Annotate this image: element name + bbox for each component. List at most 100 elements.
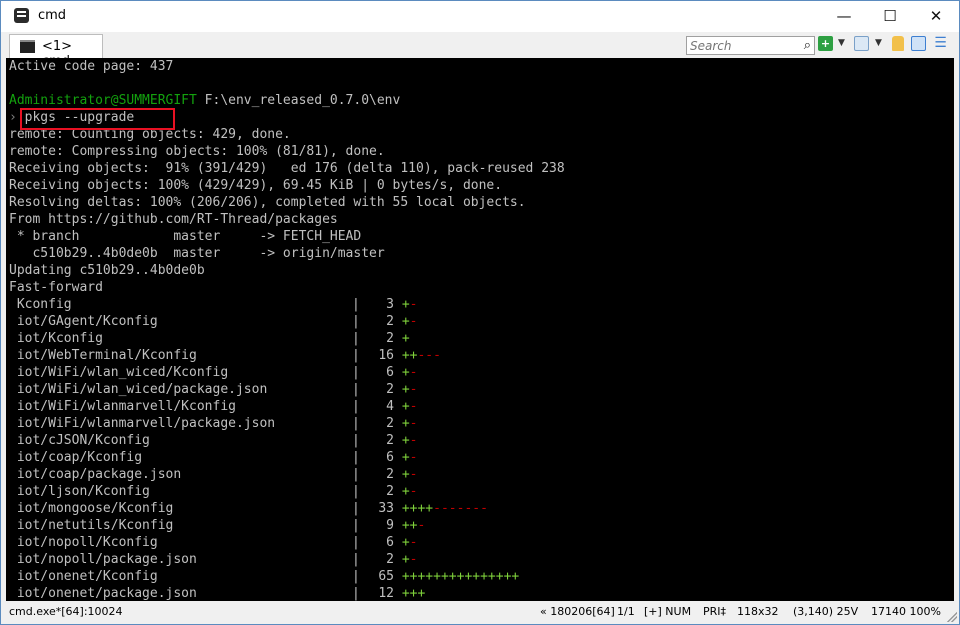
diffstat-file: iot/onenet/Kconfig [9, 569, 158, 584]
console-line: Receiving objects: 91% (391/429) ed 176 … [9, 161, 565, 176]
diffstat-count: 6 [386, 365, 394, 380]
diffstat-plus: + [401, 535, 410, 550]
diffstat-plus: + [401, 484, 410, 499]
diffstat-minus: - [409, 484, 418, 499]
diffstat-plus: + [401, 433, 410, 448]
diffstat-count: 16 [378, 348, 394, 363]
console-line: From https://github.com/RT-Thread/packag… [9, 212, 338, 227]
diffstat-count: 2 [386, 314, 394, 329]
diffstat-row: iot/mongoose/Kconfig | 33 ++++------- [6, 500, 954, 517]
diffstat-row: iot/WiFi/wlan_wiced/Kconfig | 6 +- [6, 364, 954, 381]
status-process[interactable]: cmd.exe*[64]:10024 [9, 605, 123, 618]
diffstat-row: Kconfig | 3 +- [6, 296, 954, 313]
new-console-icon[interactable]: + [818, 36, 833, 51]
diffstat-minus: - [409, 416, 418, 431]
resize-grip[interactable] [947, 612, 957, 622]
console-line: Active code page: 437 [9, 59, 174, 74]
diffstat-count: 2 [386, 552, 394, 567]
diffstat-file: iot/WiFi/wlan_wiced/Kconfig [9, 365, 229, 380]
diffstat-separator: | [352, 586, 360, 601]
diffstat-file: iot/Kconfig [9, 331, 103, 346]
diffstat-count: 2 [386, 416, 394, 431]
diffstat-minus: - [409, 433, 418, 448]
status-pid-zoom: 17140 100% [871, 605, 941, 618]
status-priority[interactable]: PRI‡ [703, 605, 726, 618]
diffstat-separator: | [352, 331, 360, 346]
tab-cmd[interactable]: <1> cmd [9, 34, 103, 69]
search-box[interactable]: ⌕ [686, 36, 815, 55]
cmd-app-icon[interactable] [14, 8, 29, 23]
console-line: Receiving objects: 100% (429/429), 69.45… [9, 178, 503, 193]
diffstat-row: iot/nopoll/package.json | 2 +- [6, 551, 954, 568]
panel-toggle-icon[interactable] [911, 36, 926, 51]
diffstat-plus: + [401, 399, 410, 414]
console-line: Updating c510b29..4b0de0b [9, 263, 205, 278]
diffstat-plus: +++ [401, 586, 426, 601]
diffstat-count: 9 [386, 518, 394, 533]
diffstat-count: 6 [386, 450, 394, 465]
diffstat-file: iot/ljson/Kconfig [9, 484, 150, 499]
diffstat-count: 12 [378, 586, 394, 601]
prompt-chevron-icon: › [9, 110, 17, 125]
diffstat-file: iot/coap/package.json [9, 467, 182, 482]
diffstat-file: iot/netutils/Kconfig [9, 518, 174, 533]
status-size: 118x32 [737, 605, 779, 618]
console-line: c510b29..4b0de0b master -> origin/master [9, 246, 385, 261]
diffstat-count: 4 [386, 399, 394, 414]
diffstat-file: iot/mongoose/Kconfig [9, 501, 174, 516]
view-dropdown-icon[interactable]: ▼ [875, 36, 882, 51]
status-mode[interactable]: [+] NUM [644, 605, 691, 618]
diffstat-count: 2 [386, 467, 394, 482]
status-cursor: (3,140) 25V [793, 605, 859, 618]
diffstat-separator: | [352, 433, 360, 448]
diffstat-minus: - [409, 450, 418, 465]
diffstat-count: 2 [386, 433, 394, 448]
lock-icon[interactable] [892, 36, 904, 51]
maximize-button[interactable]: ☐ [867, 1, 913, 32]
diffstat-file: iot/onenet/package.json [9, 586, 197, 601]
diffstat-row: iot/GAgent/Kconfig | 2 +- [6, 313, 954, 330]
diffstat-file: Kconfig [9, 297, 72, 312]
diffstat-minus: - [409, 552, 418, 567]
diffstat-plus: + [401, 467, 410, 482]
diffstat-row: iot/WiFi/wlanmarvell/Kconfig | 4 +- [6, 398, 954, 415]
diffstat-separator: | [352, 382, 360, 397]
diffstat-row: iot/WiFi/wlanmarvell/package.json | 2 +- [6, 415, 954, 432]
minimize-button[interactable]: — [821, 1, 867, 32]
new-console-dropdown-icon[interactable]: ▼ [838, 36, 845, 51]
diffstat-row: iot/coap/package.json | 2 +- [6, 466, 954, 483]
diffstat-separator: | [352, 314, 360, 329]
diffstat-file: iot/WiFi/wlanmarvell/Kconfig [9, 399, 236, 414]
close-button[interactable]: ✕ [913, 1, 959, 32]
prompt-path: F:\env_released_0.7.0\env [196, 93, 401, 108]
diffstat-separator: | [352, 484, 360, 499]
diffstat-plus: + [401, 382, 410, 397]
diffstat-separator: | [352, 365, 360, 380]
diffstat-minus: ------- [433, 501, 488, 516]
diffstat-row: iot/ljson/Kconfig | 2 +- [6, 483, 954, 500]
diffstat-minus: - [409, 382, 418, 397]
tab-bar: <1> cmd [1, 32, 959, 69]
console-window: cmd — ☐ ✕ <1> cmd ⌕ + ▼ ▼ ☰ Active code … [0, 0, 960, 625]
diffstat-file: iot/coap/Kconfig [9, 450, 143, 465]
menu-icon[interactable]: ☰ [933, 36, 948, 51]
diffstat-minus: - [417, 518, 426, 533]
diffstat-row: iot/Kconfig | 2 + [6, 330, 954, 347]
split-view-icon[interactable] [854, 36, 869, 51]
diffstat-minus: - [409, 297, 418, 312]
command-highlight-box [20, 108, 175, 130]
console-output[interactable]: Active code page: 437 Administrator@SUMME… [6, 58, 954, 601]
diffstat-count: 6 [386, 535, 394, 550]
window-title: cmd [38, 8, 67, 23]
search-icon[interactable]: ⌕ [804, 38, 811, 53]
status-bar: cmd.exe*[64]:10024 « 180206[64] 1/1 [+] … [1, 602, 959, 624]
diffstat-row: iot/onenet/package.json | 12 +++ [6, 585, 954, 601]
diffstat-file: iot/WiFi/wlan_wiced/package.json [9, 382, 268, 397]
search-input[interactable] [687, 37, 794, 54]
diffstat-separator: | [352, 399, 360, 414]
console-icon [20, 40, 35, 53]
diffstat-row: iot/cJSON/Kconfig | 2 +- [6, 432, 954, 449]
status-pages: 1/1 [617, 605, 635, 618]
diffstat-minus: - [409, 399, 418, 414]
